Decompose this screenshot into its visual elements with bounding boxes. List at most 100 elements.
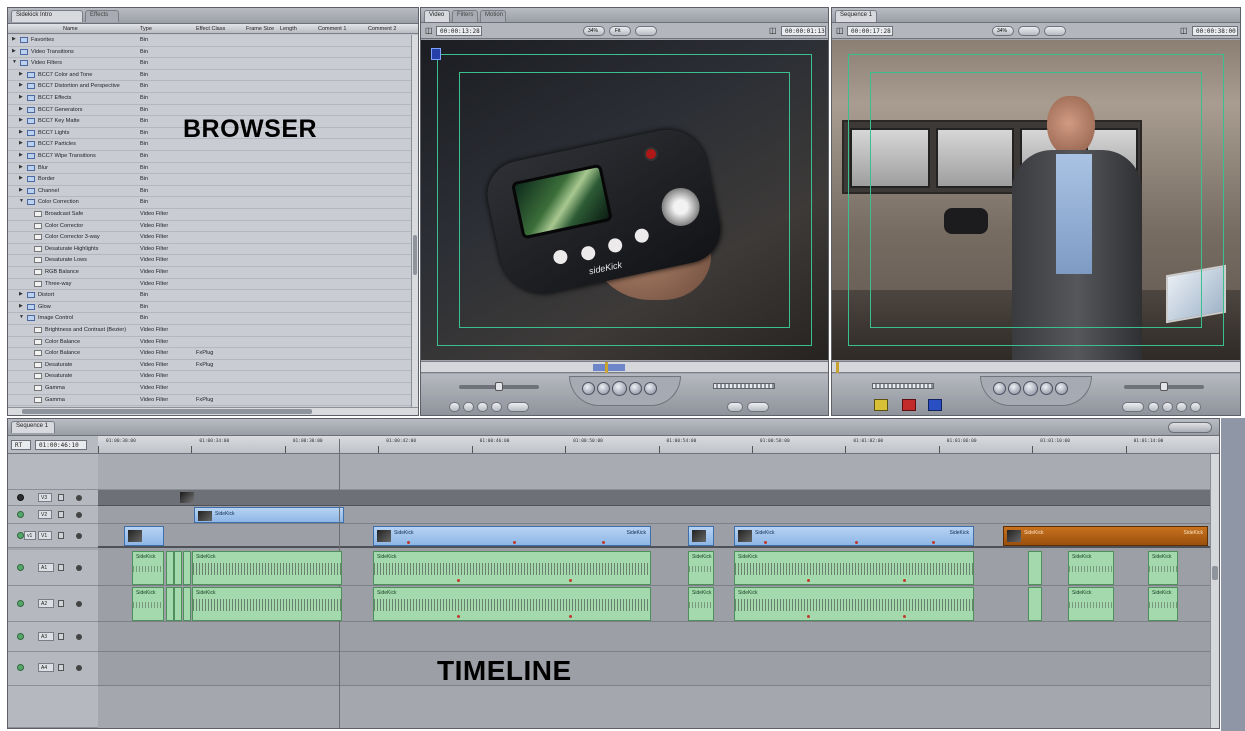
browser-row[interactable]: Desaturate Video Filter FxPlug (8, 360, 411, 372)
a1-clip[interactable] (1028, 551, 1042, 585)
canvas-zoom-popup[interactable]: 34% (992, 26, 1014, 36)
v3-clip-thumbnail[interactable] (180, 492, 194, 503)
viewer-view-popup[interactable]: Fit (609, 26, 631, 36)
browser-row[interactable]: ▼ Color Correction Bin (8, 197, 411, 209)
v1-clip[interactable]: SideKick SideKick (734, 526, 974, 546)
disclosure-open-icon[interactable]: ▼ (19, 314, 24, 320)
browser-row[interactable]: Color Corrector Video Filter (8, 221, 411, 233)
viewer-play-inout-button[interactable] (597, 382, 610, 395)
viewer-scrubber-bar[interactable] (421, 361, 828, 373)
browser-row[interactable]: Brightness and Contrast (Bezier) Video Fi… (8, 325, 411, 337)
a3-visibility-icon[interactable] (17, 633, 24, 640)
column-effect-class[interactable]: Effect Class (196, 26, 225, 32)
a3-lock-icon[interactable] (58, 633, 64, 640)
disclosure-closed-icon[interactable]: ▶ (19, 82, 23, 88)
column-frame-size[interactable]: Frame Size (246, 26, 274, 32)
browser-row[interactable]: Color Corrector 3-way Video Filter (8, 232, 411, 244)
a4-autoselect-icon[interactable] (76, 665, 82, 671)
canvas-mark-button-1[interactable] (1122, 402, 1144, 412)
a1-clip[interactable]: SideKick (192, 551, 342, 585)
browser-row[interactable]: ▶ BCC7 Color and Tone Bin (8, 70, 411, 82)
disclosure-closed-icon[interactable]: ▶ (12, 48, 16, 54)
canvas-playhead[interactable] (836, 362, 839, 373)
browser-hscroll-thumb[interactable] (22, 409, 312, 414)
v3-autoselect-icon[interactable] (76, 495, 82, 501)
canvas-scrubber-bar[interactable] (832, 361, 1240, 373)
a1-lock-icon[interactable] (58, 564, 64, 571)
viewer-goto-in-button[interactable] (582, 382, 595, 395)
browser-row[interactable]: ▼ Video Filters Bin (8, 58, 411, 70)
browser-row[interactable]: ▼ Image Control Bin (8, 313, 411, 325)
viewer-current-timecode[interactable]: 00:00:01:13 (781, 26, 826, 36)
canvas-mark-button-5[interactable] (1190, 402, 1201, 412)
a1-clip[interactable]: SideKick (132, 551, 164, 585)
a2-visibility-icon[interactable] (17, 600, 24, 607)
timeline-scroll-thumb[interactable] (1212, 566, 1218, 580)
browser-row[interactable]: Desaturate Highlights Video Filter (8, 244, 411, 256)
a1-clip[interactable]: SideKick (1068, 551, 1114, 585)
column-name[interactable]: Name (63, 26, 78, 32)
viewer-mark-button-2[interactable] (463, 402, 474, 412)
viewer-mark-button-3[interactable] (477, 402, 488, 412)
canvas-overwrite-edit-button[interactable] (902, 399, 916, 411)
a4-lock-icon[interactable] (58, 664, 64, 671)
viewer-play-around-button[interactable] (629, 382, 642, 395)
disclosure-closed-icon[interactable]: ▶ (19, 117, 23, 123)
browser-tab-project[interactable]: Sidekick Intro (11, 10, 83, 22)
canvas-goto-out-button[interactable] (1055, 382, 1068, 395)
column-type[interactable]: Type (140, 26, 152, 32)
disclosure-closed-icon[interactable]: ▶ (19, 106, 23, 112)
canvas-play-inout-button[interactable] (1008, 382, 1021, 395)
a1-clip[interactable] (174, 551, 182, 585)
timeline-rt-popup[interactable]: RT (11, 440, 31, 450)
disclosure-closed-icon[interactable]: ▶ (19, 71, 23, 77)
viewer-tab-filters[interactable]: Filters (452, 10, 478, 22)
browser-row[interactable]: ▶ BCC7 Wipe Transitions Bin (8, 151, 411, 163)
a2-clip[interactable]: SideKick (1068, 587, 1114, 621)
timeline-window-widget[interactable] (1168, 422, 1212, 433)
canvas-titlebar[interactable]: Sequence 1 (832, 8, 1240, 23)
browser-row[interactable]: Color Balance Video Filter (8, 337, 411, 349)
browser-titlebar[interactable]: Sidekick Intro Effects (8, 8, 418, 24)
column-comment-1[interactable]: Comment 1 (318, 26, 346, 32)
disclosure-closed-icon[interactable]: ▶ (19, 164, 23, 170)
column-comment-2[interactable]: Comment 2 (368, 26, 396, 32)
browser-row[interactable]: Three-way Video Filter (8, 279, 411, 291)
disclosure-closed-icon[interactable]: ▶ (19, 94, 23, 100)
browser-vertical-scrollbar[interactable] (411, 35, 418, 407)
browser-row[interactable]: Gamma Video Filter (8, 383, 411, 395)
browser-row[interactable]: Gamma Video Filter FxPlug (8, 395, 411, 407)
browser-row[interactable]: ▶ Channel Bin (8, 186, 411, 198)
timeline-current-timecode[interactable]: 01:00:46:10 (35, 440, 87, 450)
browser-row[interactable]: Color Balance Video Filter FxPlug (8, 348, 411, 360)
viewer-titlebar[interactable]: Video Filters Motion (421, 8, 828, 23)
a2-clip[interactable]: SideKick (373, 587, 651, 621)
browser-row[interactable]: Desaturate Lows Video Filter (8, 255, 411, 267)
v1-source-patch[interactable]: v1 (24, 531, 36, 540)
viewer-mark-button-4[interactable] (491, 402, 502, 412)
viewer-jog-wheel[interactable] (713, 383, 775, 389)
viewer-zoom-popup[interactable]: 34% (583, 26, 605, 36)
a4-visibility-icon[interactable] (17, 664, 24, 671)
disclosure-closed-icon[interactable]: ▶ (19, 303, 23, 309)
a1-clip[interactable] (183, 551, 191, 585)
v1-track-label[interactable]: V1 (38, 531, 52, 540)
a2-track-label[interactable]: A2 (38, 599, 54, 608)
browser-row[interactable]: ▶ Distort Bin (8, 290, 411, 302)
disclosure-closed-icon[interactable]: ▶ (12, 36, 16, 42)
viewer-shuttle-knob[interactable] (495, 382, 503, 391)
canvas-shuttle-slider[interactable] (1124, 382, 1204, 391)
disclosure-open-icon[interactable]: ▼ (12, 59, 17, 65)
canvas-play-around-button[interactable] (1040, 382, 1053, 395)
a2-clip[interactable] (166, 587, 174, 621)
browser-tab-effects[interactable]: Effects (85, 10, 119, 22)
canvas-mark-button-2[interactable] (1148, 402, 1159, 412)
v2-visibility-icon[interactable] (17, 511, 24, 518)
canvas-tab-sequence[interactable]: Sequence 1 (835, 10, 877, 22)
disclosure-closed-icon[interactable]: ▶ (19, 175, 23, 181)
a2-clip[interactable] (174, 587, 182, 621)
canvas-goto-in-button[interactable] (993, 382, 1006, 395)
column-length[interactable]: Length (280, 26, 297, 32)
v1-clip[interactable]: SideKick SideKick (373, 526, 651, 546)
canvas-display-popup[interactable] (1044, 26, 1066, 36)
